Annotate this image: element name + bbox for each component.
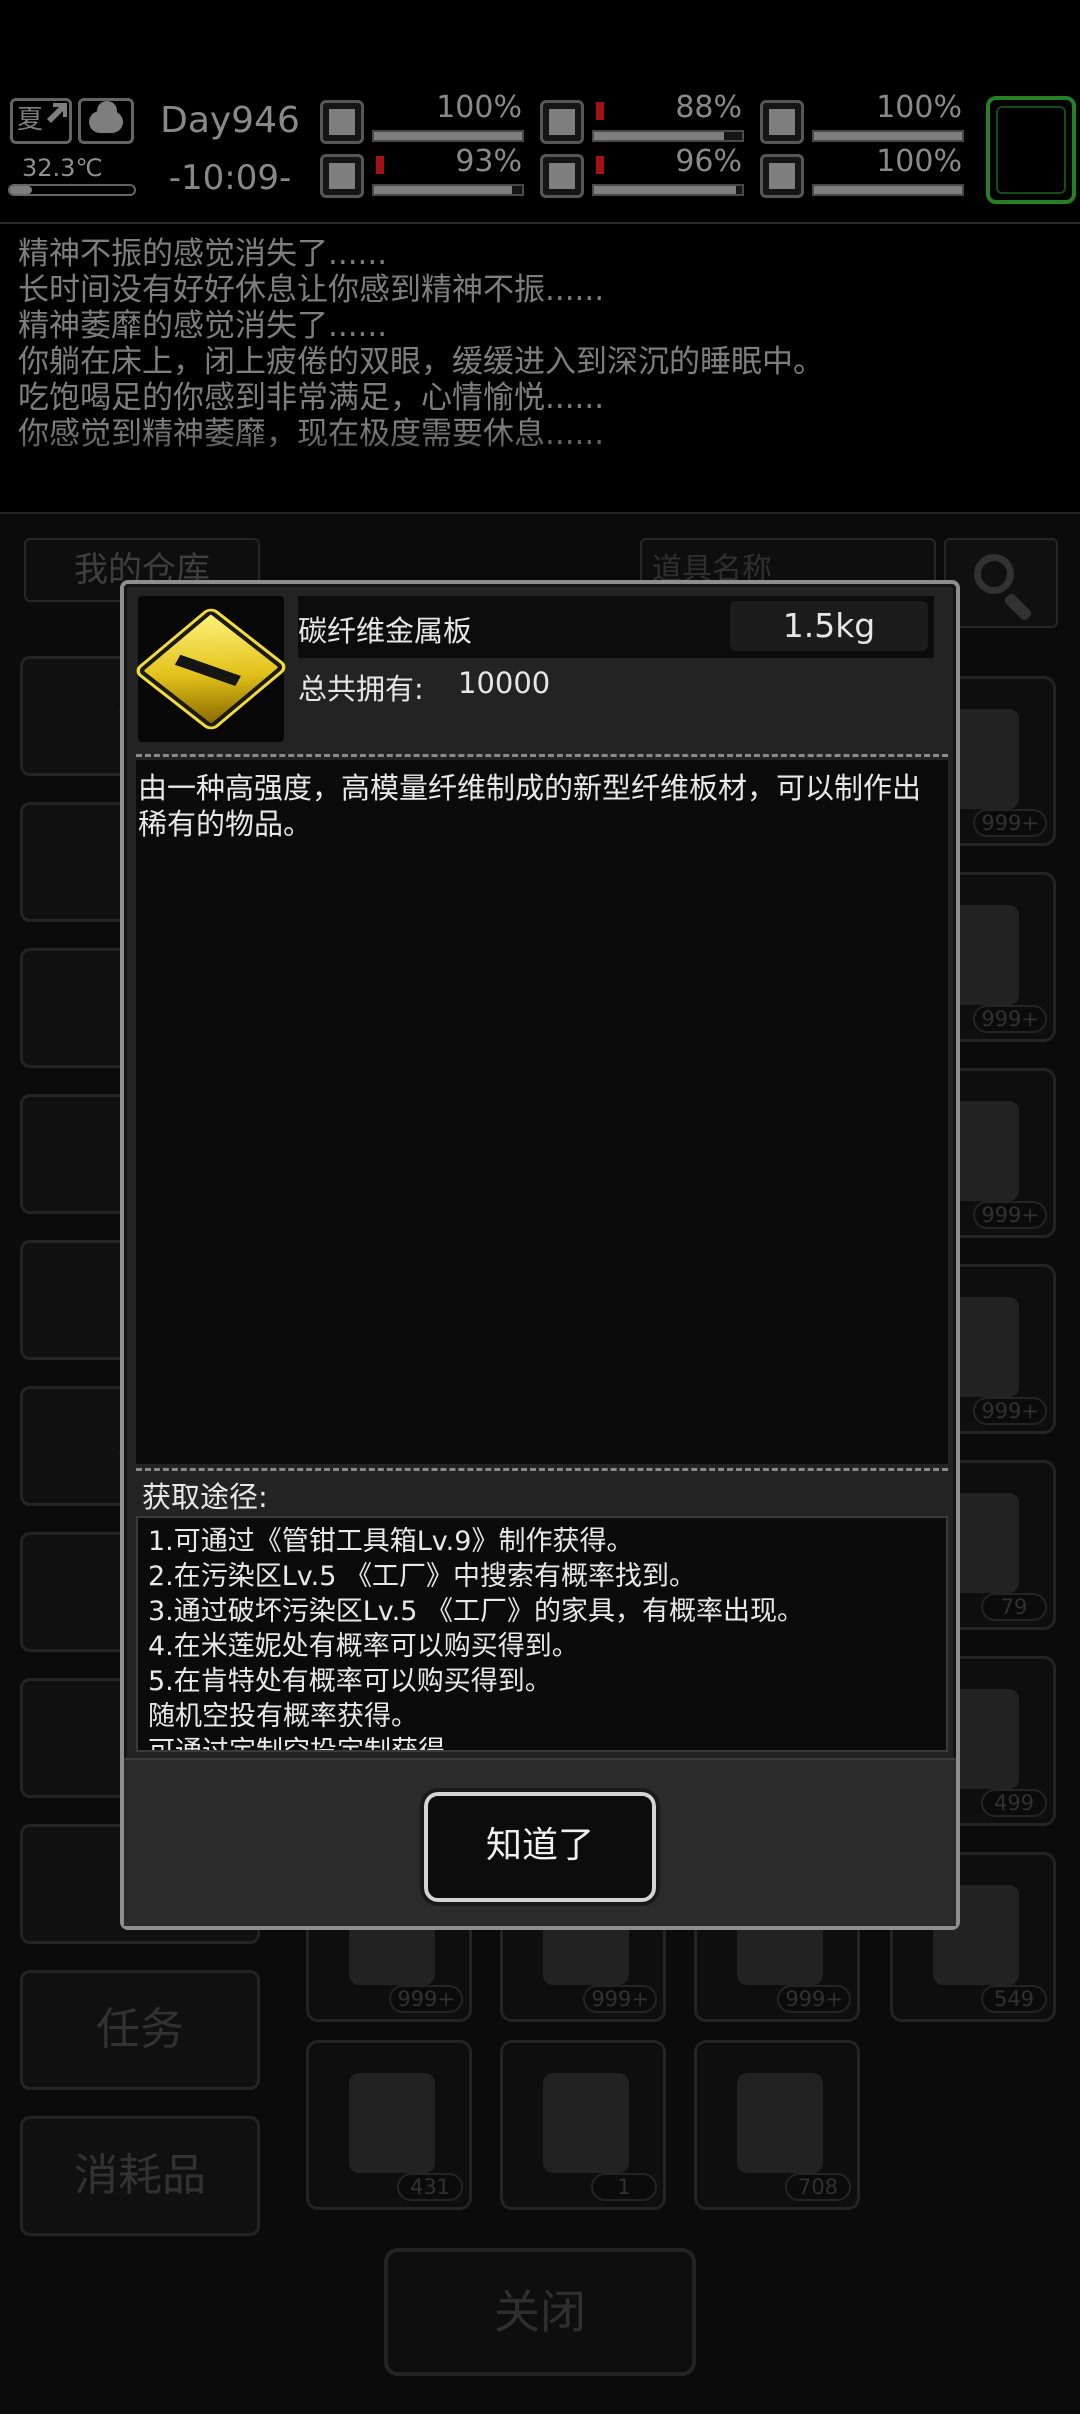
- source-item: 1.可通过《管钳工具箱Lv.9》制作获得。: [148, 1526, 634, 1557]
- item-name: 碳纤维金属板: [298, 614, 473, 648]
- log-line: 精神不振的感觉消失了......: [18, 236, 388, 272]
- stat-bar: [812, 184, 964, 196]
- item-count: 999+: [973, 1005, 1047, 1033]
- description-box[interactable]: 由一种高强度，高模量纤维制成的新型纤维板材，可以制作出稀有的物品。: [136, 760, 948, 1464]
- inventory-slot[interactable]: 431: [306, 2040, 472, 2210]
- stat-bar: [372, 130, 524, 142]
- item-count: 1: [591, 2173, 657, 2201]
- item-description: 由一种高强度，高模量纤维制成的新型纤维板材，可以制作出稀有的物品。: [138, 771, 922, 841]
- source-item: 随机空投有概率获得。: [148, 1701, 418, 1732]
- divider: [136, 1468, 948, 1471]
- thermometer-icon: [8, 184, 136, 196]
- source-item: 3.通过破坏污染区Lv.5 《工厂》的家具，有概率出现。: [148, 1596, 805, 1627]
- temperature: 32.3℃: [8, 154, 138, 202]
- stat-percent: 100%: [876, 144, 962, 179]
- category-consumables[interactable]: 消耗品: [20, 2116, 260, 2236]
- item-thumbnail: [132, 596, 290, 742]
- game-clock: -10:09-: [168, 158, 292, 198]
- item-weight: 1.5kg: [730, 601, 928, 651]
- trend-arrow-icon: [47, 103, 67, 123]
- source-item: 2.在污染区Lv.5 《工厂》中搜索有概率找到。: [148, 1561, 697, 1592]
- search-icon: [974, 554, 1014, 594]
- owned-label: 总共拥有:: [298, 672, 424, 706]
- carbon-fiber-plate-icon: [132, 605, 290, 733]
- log-line: 吃饱喝足的你感到非常满足，心情愉悦......: [18, 380, 605, 416]
- item-count: 431: [397, 2173, 463, 2201]
- sources-list[interactable]: 1.可通过《管钳工具箱Lv.9》制作获得。 2.在污染区Lv.5 《工厂》中搜索…: [136, 1516, 948, 1752]
- category-quests[interactable]: 任务: [20, 1970, 260, 2090]
- item-count: 79: [981, 1593, 1047, 1621]
- season-indicator: 夏: [10, 98, 72, 144]
- owned-value: 10000: [458, 666, 551, 700]
- medkit-icon: [320, 100, 364, 144]
- search-button[interactable]: [944, 538, 1058, 628]
- status-hud: 夏 32.3℃ Day946 -10:09- 100% 88% 100% 93% 96%…: [0, 90, 1080, 214]
- item-count: 999+: [973, 1397, 1047, 1425]
- stat-percent: 96%: [675, 144, 742, 179]
- minimap-button[interactable]: [986, 96, 1076, 204]
- item-count: 999+: [583, 1985, 657, 2013]
- stat-percent: 88%: [675, 90, 742, 125]
- sources-label: 获取途径:: [142, 1480, 268, 1514]
- inventory-slot[interactable]: 708: [694, 2040, 860, 2210]
- water-drop-icon: [540, 154, 584, 198]
- source-item: 5.在肯特处有概率可以购买得到。: [148, 1666, 552, 1697]
- divider: [136, 754, 948, 757]
- item-count: 708: [785, 2173, 851, 2201]
- stat-percent: 100%: [876, 90, 962, 125]
- item-count: 999+: [973, 1201, 1047, 1229]
- stat-bar: [592, 184, 744, 196]
- item-count: 999+: [973, 809, 1047, 837]
- item-count: 549: [981, 1985, 1047, 2013]
- temperature-value: 32.3℃: [22, 154, 103, 182]
- got-it-button[interactable]: 知道了: [420, 1788, 660, 1906]
- source-item: 4.在米莲妮处有概率可以购买得到。: [148, 1631, 579, 1662]
- stat-bar: [812, 130, 964, 142]
- item-count: 499: [981, 1789, 1047, 1817]
- log-line: 长时间没有好好休息让你感到精神不振......: [18, 272, 605, 308]
- cloud-icon: [78, 98, 134, 144]
- source-item: 可通过定制空投定制获得。: [148, 1736, 472, 1752]
- stomach-icon: [540, 100, 584, 144]
- item-detail-dialog: 碳纤维金属板 1.5kg 总共拥有: 10000 由一种高强度，高模量纤维制成的…: [120, 580, 960, 1930]
- close-button[interactable]: 关闭: [384, 2248, 696, 2376]
- heart-icon: [760, 154, 804, 198]
- log-line: 你躺在床上，闭上疲倦的双眼，缓缓进入到深沉的睡眠中。: [18, 344, 824, 380]
- log-line: 精神萎靡的感觉消失了......: [18, 308, 388, 344]
- season-label: 夏: [17, 105, 44, 135]
- stat-percent: 93%: [455, 144, 522, 179]
- stat-bar: [372, 184, 524, 196]
- item-header: 碳纤维金属板 1.5kg: [298, 596, 934, 658]
- message-log[interactable]: 精神不振的感觉消失了...... 长时间没有好好休息让你感到精神不振......…: [0, 222, 1080, 506]
- day-counter: Day946: [160, 100, 300, 141]
- boot-icon: [320, 154, 364, 198]
- stat-bar: [592, 130, 744, 142]
- inventory-slot[interactable]: 1: [500, 2040, 666, 2210]
- item-count: 999+: [777, 1985, 851, 2013]
- item-count: 999+: [389, 1985, 463, 2013]
- dialog-footer: 知道了: [124, 1758, 956, 1926]
- stat-percent: 100%: [436, 90, 522, 125]
- brain-icon: [760, 100, 804, 144]
